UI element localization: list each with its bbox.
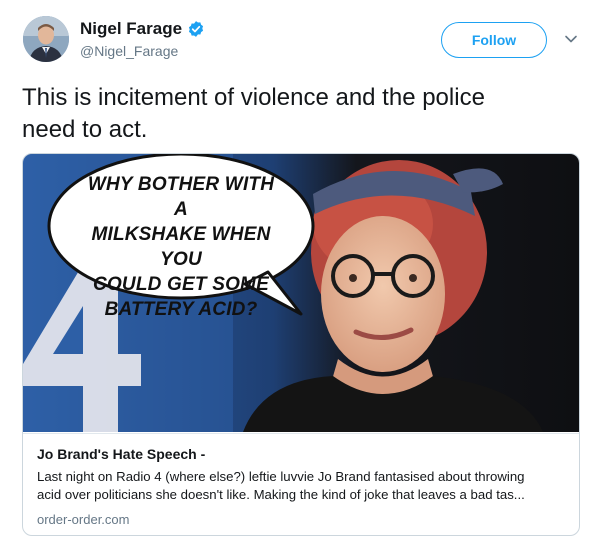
speech-bubble-line: MILKSHAKE WHEN YOU [91,224,271,270]
card-image[interactable]: WHY BOTHER WITH A MILKSHAKE WHEN YOU COU… [23,154,579,432]
author-info: Nigel Farage @Nigel_Farage [80,18,205,59]
card-domain[interactable]: order-order.com [37,512,129,527]
card-description-line-2: acid over politicians she doesn't like. … [37,487,525,502]
speech-bubble-line: WHY BOTHER WITH A [87,174,275,220]
name-row: Nigel Farage [80,18,205,40]
tweet-text-line-1: This is incitement of violence and the p… [22,84,485,111]
card-title[interactable]: Jo Brand's Hate Speech - [37,446,205,462]
speech-bubble-text: WHY BOTHER WITH A MILKSHAKE WHEN YOU COU… [81,172,281,322]
avatar[interactable] [23,16,69,62]
avatar-image [23,16,69,62]
tweet: Nigel Farage @Nigel_Farage Follow This i… [0,0,600,553]
follow-button[interactable]: Follow [441,22,547,58]
link-card[interactable]: WHY BOTHER WITH A MILKSHAKE WHEN YOU COU… [22,153,580,536]
speech-bubble-line: COULD GET SOME [93,274,269,295]
chevron-down-icon[interactable] [564,32,578,46]
display-name[interactable]: Nigel Farage [80,19,182,39]
card-description: Last night on Radio 4 (where else?) left… [37,468,567,504]
tweet-text-line-2: need to act. [22,116,148,143]
handle[interactable]: @Nigel_Farage [80,43,205,59]
verified-badge-icon [188,21,204,37]
speech-bubble-line: BATTERY ACID? [104,299,258,320]
tweet-text: This is incitement of violence and the p… [22,82,582,146]
card-body[interactable]: Jo Brand's Hate Speech - Last night on R… [23,433,579,535]
card-description-line-1: Last night on Radio 4 (where else?) left… [37,469,525,484]
